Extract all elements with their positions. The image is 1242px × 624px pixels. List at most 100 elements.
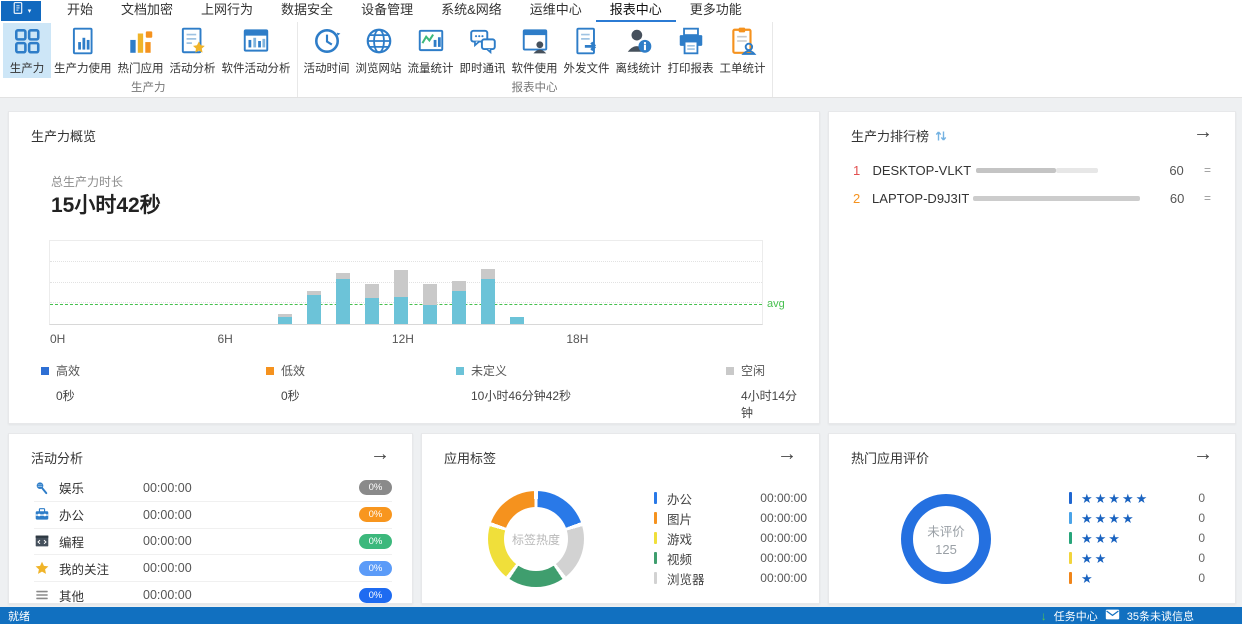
tag-time: 00:00:00 — [760, 531, 807, 545]
task-center-link[interactable]: 任务中心 — [1054, 608, 1098, 624]
legend-value: 0秒 — [281, 389, 300, 403]
menu-tab-3[interactable]: 上网行为 — [187, 0, 267, 22]
ribbon-group-2: 活动时间 浏览网站 流量统计 即时通讯 软件使用 外发文件 离线统计 打印报表 工单统计 报表中心 — [298, 22, 773, 97]
rank-number: 1 — [853, 162, 861, 178]
activity-row[interactable]: 编程 00:00:00 0% — [34, 529, 392, 556]
panel-productivity-ranking: 生产力排行榜 → 1 DESKTOP-VLKTL... 60 = 2 LAPTOP-D9J… — [828, 111, 1236, 424]
panel-title: 生产力排行榜 — [851, 126, 947, 146]
legend-color-tick — [654, 572, 657, 584]
open-detail-arrow-icon[interactable]: → — [777, 442, 797, 466]
activity-row[interactable]: 办公 00:00:00 0% — [34, 502, 392, 529]
panel-productivity-overview: 生产力概览 总生产力时长 15小时42秒 avg 0H 6H 12H 18H 高效 0秒低… — [8, 111, 820, 424]
chat-icon — [468, 25, 498, 57]
donut-center-label: 标签热度 — [511, 532, 560, 547]
activity-time: 00:00:00 — [143, 507, 192, 522]
ribbon-button-bar-chart[interactable]: 热门应用 — [115, 23, 167, 78]
ribbon-button-user-info[interactable]: 离线统计 — [613, 23, 665, 78]
legend-label: 未定义 — [471, 364, 508, 378]
ribbon-button-clock[interactable]: 活动时间 — [301, 23, 353, 78]
tag-time: 00:00:00 — [760, 551, 807, 565]
ribbon-group-label: 生产力 — [131, 82, 166, 94]
activity-label: 娱乐 — [59, 482, 85, 497]
bar-chart-icon — [126, 25, 156, 57]
messages-envelope-icon — [1105, 609, 1120, 623]
open-detail-arrow-icon[interactable]: → — [370, 442, 390, 466]
menu-bar: ▾ 开始 文档加密 上网行为 数据安全 设备管理 系统&网络 运维中心 报表中心 更多功能 — [0, 0, 1242, 22]
ribbon-button-chat[interactable]: 即时通讯 — [457, 23, 509, 78]
menu-tab-1[interactable]: 开始 — [53, 0, 107, 22]
legend-color-tick — [1069, 552, 1072, 564]
download-arrow-icon: ↓ — [1040, 608, 1047, 623]
x-axis-tick: 6H — [217, 332, 233, 346]
sort-icon[interactable] — [935, 129, 947, 146]
ribbon-button-window-user[interactable]: 软件使用 — [509, 23, 561, 78]
legend-label: 空闲 — [741, 364, 766, 378]
tag-legend-row: 图片 00:00:00 — [654, 508, 807, 528]
chart-bar-hour-8 — [277, 314, 292, 324]
activity-percent-badge: 0% — [359, 480, 392, 496]
ribbon-button-printer[interactable]: 打印报表 — [665, 23, 717, 78]
app-menu-button[interactable]: ▾ — [1, 1, 41, 21]
open-detail-arrow-icon[interactable]: → — [1193, 120, 1213, 144]
menu-tab-2[interactable]: 文档加密 — [107, 0, 187, 22]
ribbon-button-traffic-chart[interactable]: 流量统计 — [405, 23, 457, 78]
ribbon-button-label: 生产力使用 — [54, 63, 112, 75]
activity-row[interactable]: 我的关注 00:00:00 0% — [34, 555, 392, 583]
menu-tab-7[interactable]: 运维中心 — [516, 0, 596, 22]
ribbon-button-clipboard-user[interactable]: 工单统计 — [717, 23, 769, 78]
legend-color-tick — [654, 492, 657, 504]
rating-donut-center: 未评价 125 — [901, 494, 991, 584]
ribbon-button-doc-star[interactable]: 活动分析 — [167, 23, 219, 78]
activity-row[interactable]: 其他 00:00:00 0% — [34, 582, 392, 609]
window-user-icon — [520, 25, 550, 57]
clock-icon — [312, 25, 342, 57]
menu-tab-4[interactable]: 数据安全 — [267, 0, 347, 22]
ranking-row[interactable]: 2 LAPTOP-D9J3IT0R 60 = — [829, 184, 1235, 212]
activity-row[interactable]: 娱乐 00:00:00 0% — [34, 475, 392, 502]
menu-tab-6[interactable]: 系统&网络 — [427, 0, 516, 22]
traffic-chart-icon — [416, 25, 446, 57]
trend-equal-icon: = — [1203, 191, 1211, 205]
legend-color-swatch — [41, 366, 49, 375]
tag-legend-row: 视频 00:00:00 — [654, 548, 807, 568]
menu-tab-5[interactable]: 设备管理 — [347, 0, 427, 22]
ribbon-button-label: 工单统计 — [719, 63, 766, 75]
score-bar — [975, 167, 1139, 173]
unread-messages-link[interactable]: 35条未读信息 — [1127, 608, 1194, 624]
ribbon-button-label: 活动分析 — [169, 63, 216, 75]
total-productivity-label: 总生产力时长 — [51, 175, 124, 189]
chevron-down-icon: ▾ — [27, 7, 32, 15]
clipboard-user-icon — [728, 25, 758, 57]
total-productivity-value: 15小时42秒 — [51, 194, 161, 217]
ribbon-button-label: 生产力 — [9, 63, 45, 75]
bar-segment-undefined — [277, 317, 292, 324]
ribbon-button-window-chart[interactable]: 软件活动分析 — [219, 23, 294, 78]
activity-percent-badge: 0% — [359, 533, 392, 549]
ribbon-button-doc-arrow[interactable]: 外发文件 — [561, 23, 613, 78]
legend-item: 低效 0秒 — [266, 362, 305, 404]
menu-tab-8[interactable]: 报表中心 — [595, 0, 676, 22]
rating-count: 0 — [1198, 551, 1205, 565]
open-detail-arrow-icon[interactable]: → — [1193, 442, 1213, 466]
rating-list: ★★★★★ 0 ★★★★ 0 ★★★ 0 ★★ 0 ★ 0 — [1069, 488, 1205, 588]
bar-segment-undefined — [481, 279, 496, 324]
legend-item-head: 高效 — [41, 362, 80, 379]
application-window: ▾ 开始 文档加密 上网行为 数据安全 设备管理 系统&网络 运维中心 报表中心 更多功能 生产… — [0, 0, 1242, 624]
activity-time: 00:00:00 — [143, 534, 192, 549]
legend-color-swatch — [726, 366, 734, 375]
ribbon-button-globe[interactable]: 浏览网站 — [353, 23, 405, 78]
ribbon-button-grid[interactable]: 生产力 — [3, 23, 51, 78]
ranking-row[interactable]: 1 DESKTOP-VLKTL... 60 = — [829, 156, 1235, 184]
tag-legend-row: 浏览器 00:00:00 — [654, 568, 807, 588]
tag-legend-row: 游戏 00:00:00 — [654, 528, 807, 548]
ribbon-button-doc-chart[interactable]: 生产力使用 — [51, 23, 115, 78]
donut-hole: 标签热度 — [504, 507, 568, 571]
menu-tab-9[interactable]: 更多功能 — [676, 0, 756, 22]
score-bar — [973, 195, 1141, 201]
legend-value: 10小时46分钟42秒 — [471, 389, 572, 403]
chart-bar-hour-10 — [335, 272, 350, 324]
tag-label: 浏览器 — [667, 572, 705, 587]
user-info-icon — [624, 25, 654, 57]
star-rating-5: ★★★★★ — [1081, 490, 1150, 506]
globe-icon — [364, 25, 394, 57]
